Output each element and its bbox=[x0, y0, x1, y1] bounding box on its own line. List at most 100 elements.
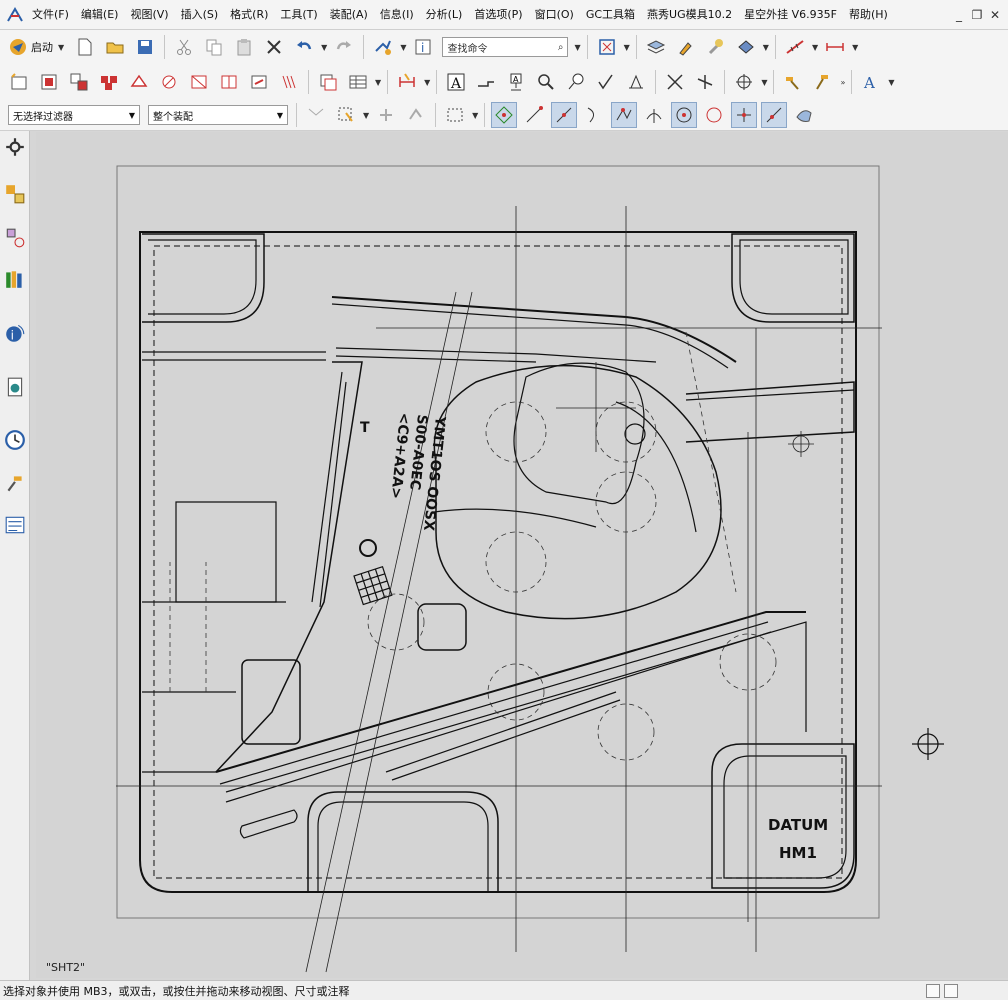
minimize-icon[interactable]: _ bbox=[952, 8, 966, 22]
snap-arc-center-button[interactable] bbox=[671, 102, 698, 128]
view-boundary-button[interactable] bbox=[276, 69, 302, 95]
selection-scope-select[interactable]: 整个装配 ▼ bbox=[148, 105, 288, 125]
rectangle-select-button[interactable] bbox=[442, 102, 468, 128]
centerline-cross-button[interactable] bbox=[662, 69, 688, 95]
hammer-tool-2-button[interactable] bbox=[810, 69, 836, 95]
chevron-down-icon[interactable]: ▼ bbox=[424, 78, 430, 87]
layer-settings-button[interactable] bbox=[643, 34, 669, 60]
section-view-button[interactable] bbox=[126, 69, 152, 95]
snap-endpoint-button[interactable] bbox=[521, 102, 547, 128]
assembly-navigator-icon[interactable] bbox=[3, 182, 27, 206]
delete-button[interactable] bbox=[261, 34, 287, 60]
edit-object-display-button[interactable] bbox=[673, 34, 699, 60]
document-library-icon[interactable] bbox=[3, 375, 27, 399]
chevron-down-icon[interactable]: ▼ bbox=[888, 78, 894, 87]
half-section-button[interactable] bbox=[186, 69, 212, 95]
text-style-button[interactable]: A bbox=[858, 69, 884, 95]
save-button[interactable] bbox=[132, 34, 158, 60]
copy-button[interactable] bbox=[201, 34, 227, 60]
snap-enable-button[interactable] bbox=[491, 102, 518, 128]
menu-preferences[interactable]: 首选项(P) bbox=[468, 0, 528, 30]
status-flag-icon[interactable] bbox=[926, 983, 940, 998]
menu-format[interactable]: 格式(R) bbox=[224, 0, 274, 30]
id-symbol-button[interactable] bbox=[563, 69, 589, 95]
graphics-window[interactable]: YMT1OS OOSX S00-A0EC <C9+A2A> T DATUM HM… bbox=[36, 132, 1008, 978]
system-materials-icon[interactable] bbox=[3, 471, 27, 495]
menu-edit[interactable]: 编辑(E) bbox=[75, 0, 125, 30]
deselect-button[interactable] bbox=[373, 102, 399, 128]
close-icon[interactable]: ✕ bbox=[988, 8, 1002, 22]
menu-yanxiu-mold[interactable]: 燕秀UG模具10.2 bbox=[641, 0, 738, 30]
menu-xingkong-plugin[interactable]: 星空外挂 V6.935F bbox=[738, 0, 843, 30]
chevron-down-icon[interactable]: ▼ bbox=[624, 43, 630, 52]
menu-analysis[interactable]: 分析(L) bbox=[420, 0, 469, 30]
snap-existing-point-button[interactable] bbox=[731, 102, 758, 128]
chevron-down-icon[interactable]: ▼ bbox=[812, 43, 818, 52]
more-chevron-icon[interactable]: » bbox=[840, 78, 845, 87]
select-all-button[interactable] bbox=[333, 102, 359, 128]
table-button[interactable] bbox=[345, 69, 371, 95]
type-filter-select[interactable]: 无选择过滤器 ▼ bbox=[8, 105, 140, 125]
settings-gear-icon[interactable] bbox=[3, 135, 27, 159]
chevron-down-icon[interactable]: ▼ bbox=[375, 78, 381, 87]
drawing-sheet[interactable]: YMT1OS OOSX S00-A0EC <C9+A2A> T DATUM HM… bbox=[36, 132, 1008, 978]
status-window-icon[interactable] bbox=[944, 983, 958, 998]
snap-point-on-curve-button[interactable] bbox=[761, 102, 788, 128]
chevron-down-icon[interactable]: ▼ bbox=[761, 78, 767, 87]
intersection-symbol-button[interactable] bbox=[692, 69, 718, 95]
chevron-down-icon[interactable]: ▼ bbox=[363, 111, 369, 120]
process-studio-icon[interactable] bbox=[3, 513, 27, 537]
restore-icon[interactable]: ❐ bbox=[970, 8, 984, 22]
cut-button[interactable] bbox=[171, 34, 197, 60]
view-orient-button[interactable] bbox=[733, 34, 759, 60]
revolved-section-button[interactable] bbox=[216, 69, 242, 95]
command-finder-input[interactable]: 查找命令 ⌕ bbox=[442, 37, 569, 57]
feature-control-button[interactable] bbox=[533, 69, 559, 95]
info-window-button[interactable]: i bbox=[410, 34, 436, 60]
redo-button[interactable] bbox=[331, 34, 357, 60]
menu-file[interactable]: 文件(F) bbox=[26, 0, 75, 30]
menu-gc-toolbox[interactable]: GC工具箱 bbox=[580, 0, 641, 30]
chevron-down-icon[interactable]: ▼ bbox=[472, 111, 478, 120]
start-button[interactable]: 启动 ▼ bbox=[4, 34, 70, 60]
history-clock-icon[interactable] bbox=[3, 428, 27, 452]
chevron-down-icon[interactable]: ▼ bbox=[400, 43, 406, 52]
target-point-button[interactable] bbox=[623, 69, 649, 95]
note-button[interactable]: A bbox=[443, 69, 469, 95]
center-mark-button[interactable] bbox=[731, 69, 757, 95]
wrench-tool-button[interactable] bbox=[703, 34, 729, 60]
constraint-navigator-icon[interactable] bbox=[3, 226, 27, 250]
chevron-down-icon[interactable]: ▼ bbox=[852, 43, 858, 52]
select-feature-button[interactable] bbox=[403, 102, 429, 128]
menu-window[interactable]: 窗口(O) bbox=[529, 0, 580, 30]
chevron-down-icon[interactable]: ▼ bbox=[574, 43, 580, 52]
base-view-button[interactable] bbox=[36, 69, 62, 95]
snap-midpoint-button[interactable] bbox=[551, 102, 578, 128]
undo-button[interactable] bbox=[291, 34, 317, 60]
menu-assembly[interactable]: 装配(A) bbox=[324, 0, 374, 30]
update-view-button[interactable] bbox=[246, 69, 272, 95]
web-info-icon[interactable]: i bbox=[3, 321, 27, 345]
weld-symbol-button[interactable] bbox=[593, 69, 619, 95]
search-icon[interactable]: ⌕ bbox=[558, 42, 564, 53]
linear-dimension-button[interactable] bbox=[822, 34, 848, 60]
menu-view[interactable]: 视图(V) bbox=[124, 0, 174, 30]
snap-quadrant-button[interactable] bbox=[701, 102, 727, 128]
new-file-button[interactable] bbox=[72, 34, 98, 60]
snap-intersection-button[interactable] bbox=[611, 102, 638, 128]
repeat-command-button[interactable] bbox=[370, 34, 396, 60]
dimension-chain-button[interactable] bbox=[782, 34, 808, 60]
undo-dropdown-arrow[interactable]: ▼ bbox=[321, 43, 327, 52]
history-library-icon[interactable] bbox=[3, 267, 27, 291]
hammer-tool-button[interactable] bbox=[780, 69, 806, 95]
menu-tools[interactable]: 工具(T) bbox=[274, 0, 323, 30]
paste-button[interactable] bbox=[231, 34, 257, 60]
rapid-dimension-button[interactable] bbox=[394, 69, 420, 95]
menu-help[interactable]: 帮助(H) bbox=[843, 0, 894, 30]
drawing-format-button[interactable] bbox=[315, 69, 341, 95]
new-sheet-button[interactable] bbox=[6, 69, 32, 95]
datum-feature-button[interactable]: A bbox=[503, 69, 529, 95]
projected-view-button[interactable] bbox=[66, 69, 92, 95]
menu-insert[interactable]: 插入(S) bbox=[175, 0, 225, 30]
snap-tangent-button[interactable] bbox=[641, 102, 667, 128]
